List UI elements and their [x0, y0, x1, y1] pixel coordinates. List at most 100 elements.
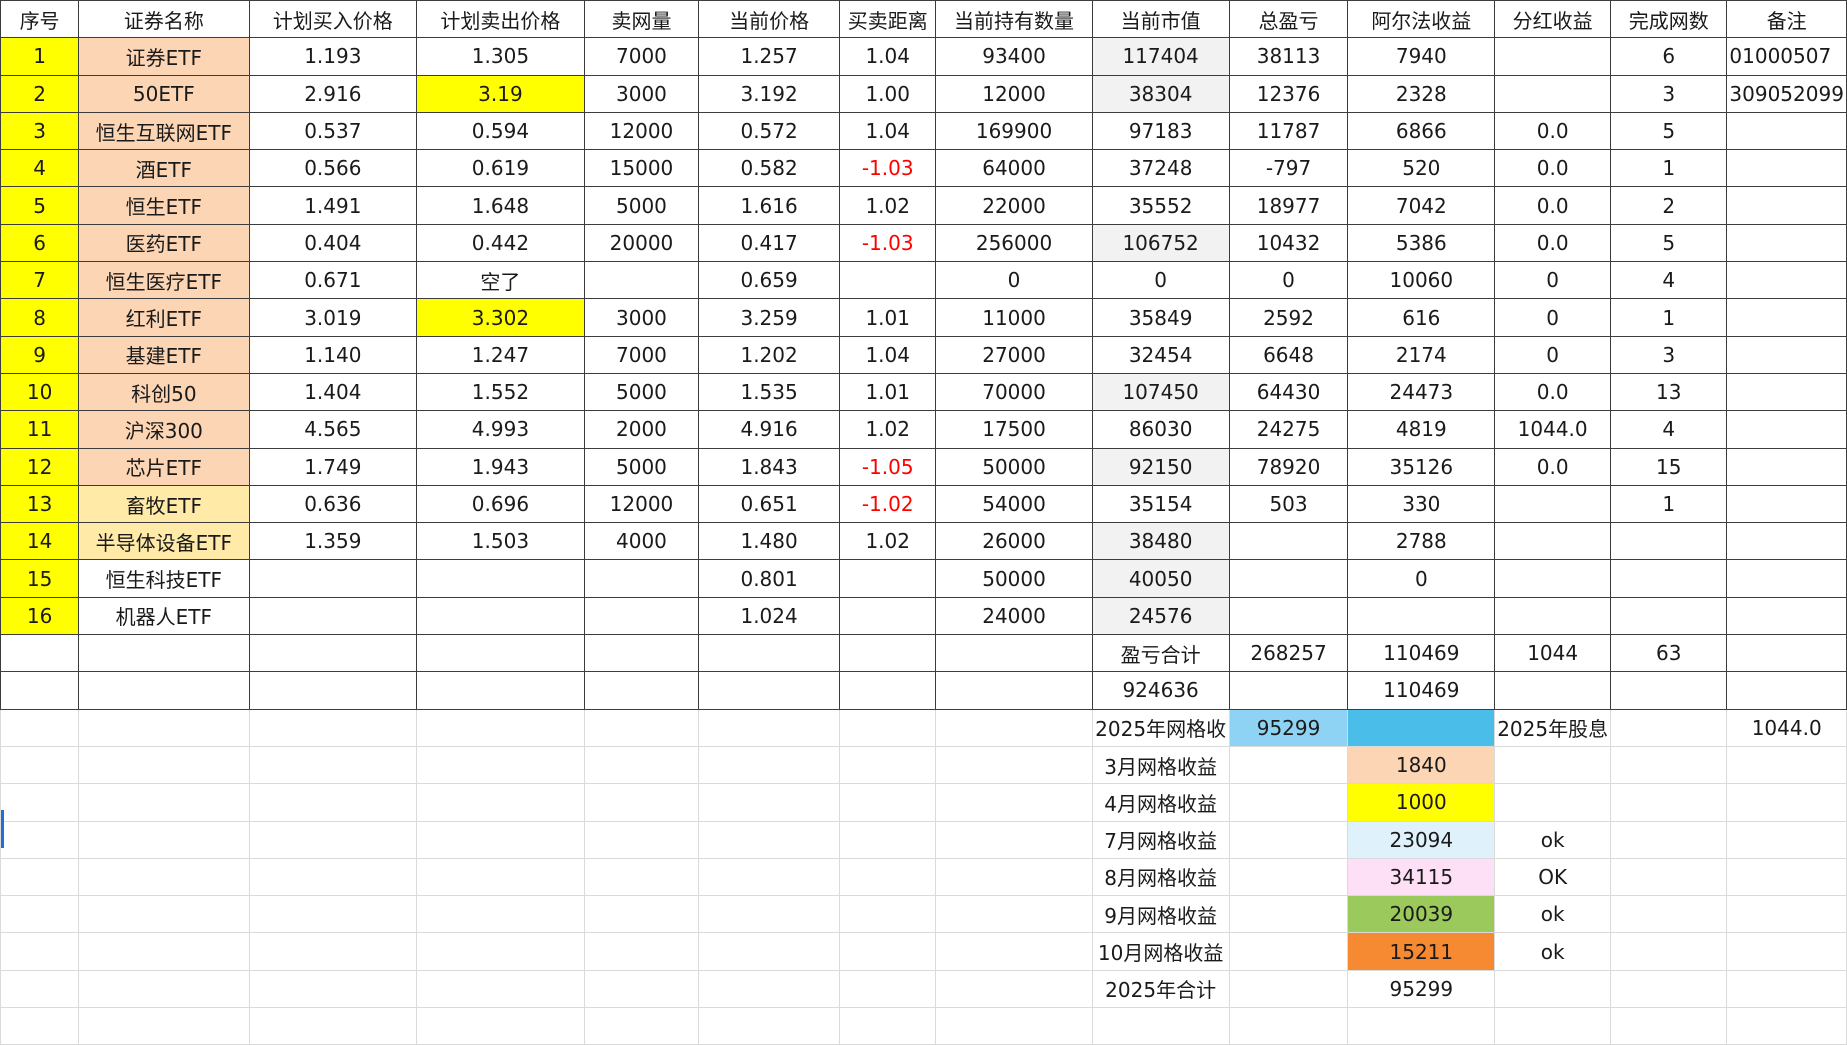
cell-grid-qty[interactable]: 15000: [584, 149, 700, 188]
cell-distance[interactable]: 1.02: [839, 522, 937, 561]
header-index[interactable]: 序号: [0, 0, 80, 39]
cell-grid-count[interactable]: [1610, 1007, 1728, 1045]
cell-sell-price[interactable]: 空了: [416, 261, 585, 300]
cell-total-pnl[interactable]: [1229, 597, 1349, 636]
cell-buy-price[interactable]: [249, 1007, 418, 1045]
cell-grid-count[interactable]: 1: [1610, 298, 1728, 337]
cell-sell-price[interactable]: 1.305: [416, 37, 585, 76]
cell-grid-qty[interactable]: 7000: [584, 336, 700, 374]
cell-dividend[interactable]: 0.0: [1494, 448, 1612, 486]
cell-sell-price[interactable]: [416, 559, 585, 598]
cell-dividend[interactable]: 0.0: [1494, 186, 1612, 225]
cell-market-value[interactable]: 2025年合计: [1092, 970, 1230, 1009]
cell-holding-qty[interactable]: 17500: [935, 410, 1093, 449]
cell-name[interactable]: 医药ETF: [78, 224, 250, 263]
cell-current-price[interactable]: 1.843: [698, 448, 841, 486]
header-name[interactable]: 证券名称: [78, 0, 250, 39]
cell-holding-qty[interactable]: [935, 858, 1093, 897]
cell-alpha-income[interactable]: 2788: [1347, 522, 1496, 561]
cell-index[interactable]: 5: [0, 186, 80, 225]
cell-alpha-income[interactable]: 1840: [1347, 746, 1496, 785]
cell-name[interactable]: 恒生ETF: [78, 186, 250, 225]
cell-current-price[interactable]: [698, 709, 841, 747]
cell-sell-price[interactable]: 1.943: [416, 448, 585, 486]
cell-index[interactable]: 4: [0, 149, 80, 188]
cell-grid-count[interactable]: [1610, 522, 1728, 561]
cell-dividend[interactable]: [1494, 671, 1612, 710]
cell-notes[interactable]: 309052099: [1726, 75, 1847, 113]
cell-sell-price[interactable]: [416, 709, 585, 747]
cell-total-pnl[interactable]: [1229, 522, 1349, 561]
cell-name[interactable]: 证券ETF: [78, 37, 250, 76]
cell-buy-price[interactable]: [249, 671, 418, 710]
cell-distance[interactable]: 1.01: [839, 373, 937, 412]
cell-holding-qty[interactable]: 256000: [935, 224, 1093, 263]
cell-alpha-income[interactable]: 15211: [1347, 932, 1496, 971]
cell-buy-price[interactable]: 0.404: [249, 224, 418, 263]
cell-grid-count[interactable]: [1610, 746, 1728, 785]
cell-notes[interactable]: [1726, 597, 1847, 636]
cell-total-pnl[interactable]: 0: [1229, 261, 1349, 300]
cell-sell-price[interactable]: [416, 671, 585, 710]
cell-index[interactable]: 6: [0, 224, 80, 263]
cell-distance[interactable]: -1.05: [839, 448, 937, 486]
cell-holding-qty[interactable]: [935, 671, 1093, 710]
cell-market-value[interactable]: 盈亏合计: [1092, 634, 1230, 673]
cell-buy-price[interactable]: 0.566: [249, 149, 418, 188]
cell-grid-count[interactable]: 3: [1610, 75, 1728, 113]
cell-buy-price[interactable]: [249, 559, 418, 598]
cell-distance[interactable]: [839, 858, 937, 897]
cell-dividend[interactable]: 0.0: [1494, 112, 1612, 151]
cell-alpha-income[interactable]: 7940: [1347, 37, 1496, 76]
cell-market-value[interactable]: 0: [1092, 261, 1230, 300]
cell-holding-qty[interactable]: 50000: [935, 448, 1093, 486]
cell-index[interactable]: [0, 783, 80, 822]
cell-total-pnl[interactable]: [1229, 1007, 1349, 1045]
cell-buy-price[interactable]: [249, 821, 418, 859]
header-total-pnl[interactable]: 总盈亏: [1229, 0, 1349, 39]
cell-current-price[interactable]: 1.257: [698, 37, 841, 76]
cell-total-pnl[interactable]: 268257: [1229, 634, 1349, 673]
cell-name[interactable]: [78, 821, 250, 859]
cell-current-price[interactable]: [698, 671, 841, 710]
cell-total-pnl[interactable]: -797: [1229, 149, 1349, 188]
cell-index[interactable]: 9: [0, 336, 80, 374]
cell-sell-price[interactable]: 3.302: [416, 298, 585, 337]
cell-dividend[interactable]: [1494, 783, 1612, 822]
cell-current-price[interactable]: [698, 821, 841, 859]
cell-distance[interactable]: 1.02: [839, 410, 937, 449]
cell-grid-count[interactable]: 4: [1610, 410, 1728, 449]
cell-total-pnl[interactable]: 24275: [1229, 410, 1349, 449]
cell-distance[interactable]: 1.02: [839, 186, 937, 225]
cell-current-price[interactable]: [698, 783, 841, 822]
cell-dividend[interactable]: [1494, 559, 1612, 598]
cell-total-pnl[interactable]: 6648: [1229, 336, 1349, 374]
cell-sell-price[interactable]: [416, 821, 585, 859]
cell-market-value[interactable]: 37248: [1092, 149, 1230, 188]
cell-alpha-income[interactable]: 5386: [1347, 224, 1496, 263]
cell-notes[interactable]: [1726, 298, 1847, 337]
cell-sell-price[interactable]: 1.247: [416, 336, 585, 374]
cell-distance[interactable]: [839, 709, 937, 747]
cell-index[interactable]: [0, 1007, 80, 1045]
cell-dividend[interactable]: 0.0: [1494, 373, 1612, 412]
cell-grid-count[interactable]: 3: [1610, 336, 1728, 374]
cell-grid-qty[interactable]: 3000: [584, 75, 700, 113]
cell-grid-count[interactable]: 6: [1610, 37, 1728, 76]
cell-name[interactable]: [78, 634, 250, 673]
cell-index[interactable]: [0, 895, 80, 934]
cell-grid-count[interactable]: 5: [1610, 224, 1728, 263]
cell-sell-price[interactable]: 1.503: [416, 522, 585, 561]
cell-holding-qty[interactable]: 50000: [935, 559, 1093, 598]
cell-current-price[interactable]: 1.202: [698, 336, 841, 374]
cell-distance[interactable]: [839, 261, 937, 300]
cell-holding-qty[interactable]: [935, 895, 1093, 934]
cell-total-pnl[interactable]: [1229, 559, 1349, 598]
cell-sell-price[interactable]: 0.442: [416, 224, 585, 263]
cell-total-pnl[interactable]: [1229, 746, 1349, 785]
cell-name[interactable]: 基建ETF: [78, 336, 250, 374]
cell-grid-qty[interactable]: [584, 932, 700, 971]
cell-total-pnl[interactable]: 10432: [1229, 224, 1349, 263]
cell-sell-price[interactable]: [416, 746, 585, 785]
cell-total-pnl[interactable]: 95299: [1229, 709, 1349, 747]
